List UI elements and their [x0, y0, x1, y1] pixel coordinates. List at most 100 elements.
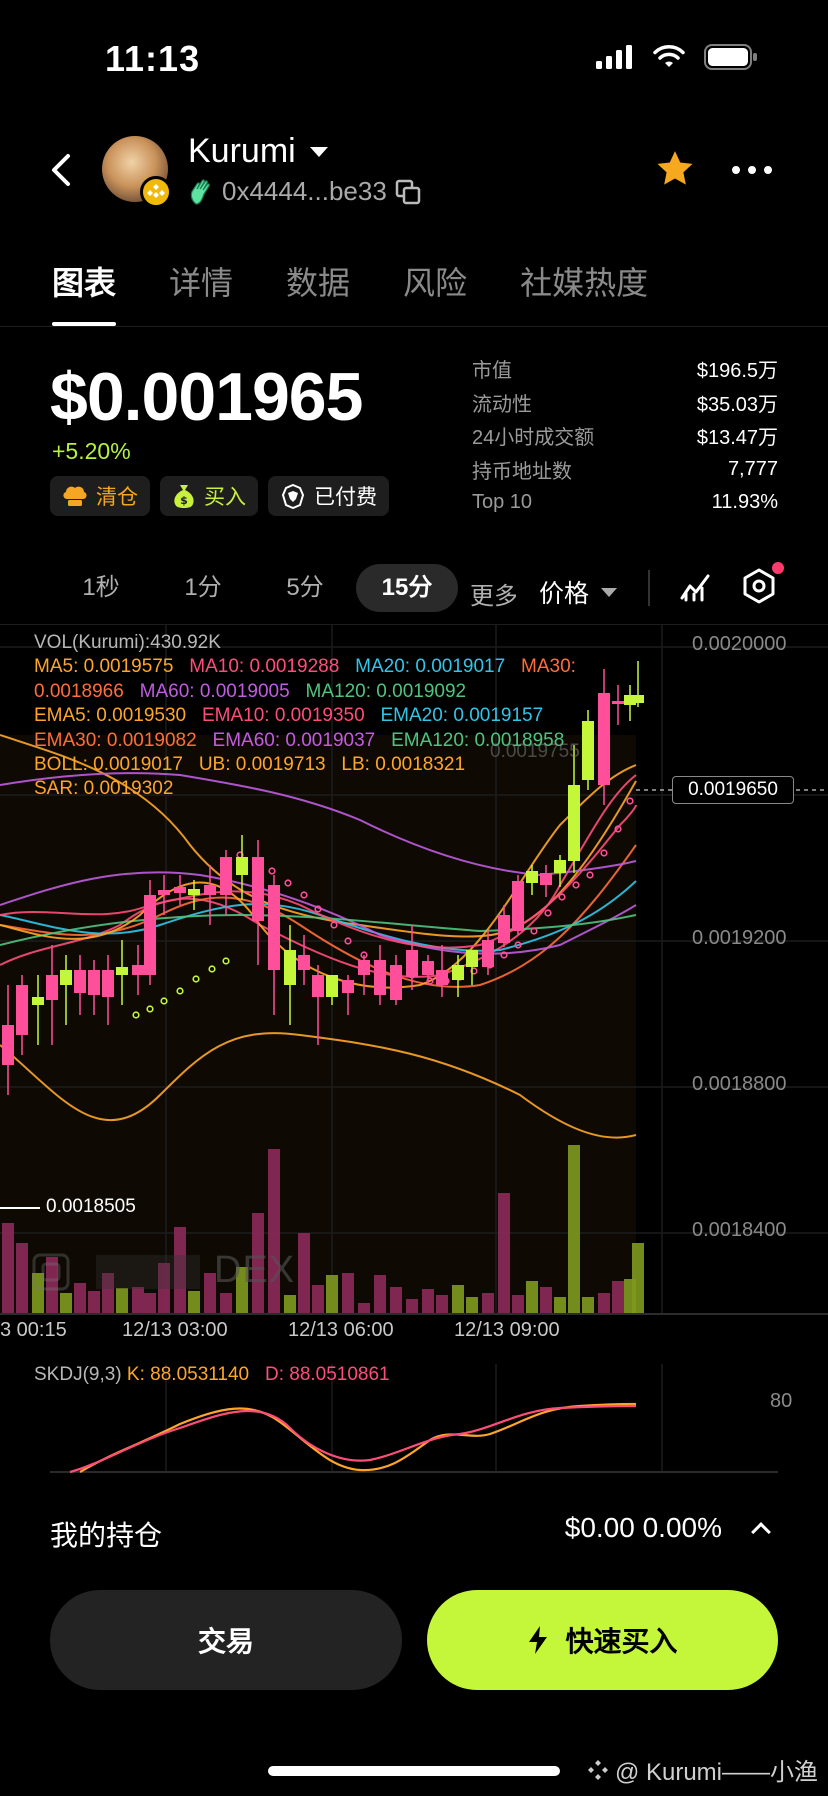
volume-bar — [284, 1295, 296, 1313]
volume-bar — [374, 1275, 386, 1313]
candle — [554, 860, 566, 873]
wifi-icon — [653, 45, 685, 67]
skdj-k-value: K: 88.0531140 — [126, 1364, 250, 1385]
buy-badge[interactable]: $ 买入 — [160, 476, 258, 516]
y-tick: 0.0018800 — [692, 1073, 787, 1095]
ema10-value: EMA10: 0.0019350 — [201, 705, 365, 727]
volume-bar — [582, 1297, 594, 1313]
candle — [158, 890, 170, 895]
tab-social[interactable]: 社媒热度 — [520, 258, 648, 304]
candle — [390, 965, 402, 1000]
candle — [144, 895, 156, 975]
tab-chart[interactable]: 图表 — [52, 258, 117, 326]
price-type-select[interactable]: 价格 — [539, 574, 618, 610]
candle — [582, 721, 594, 780]
volume-bar — [220, 1293, 232, 1313]
candle — [2, 1025, 14, 1065]
candle — [46, 975, 58, 1000]
ma20-value: MA20: 0.0019017 — [355, 656, 506, 678]
stats-panel: 市值 $196.5万 流动性 $35.03万 24小时成交额 $13.47万 持币地址… — [472, 352, 778, 520]
candle — [284, 950, 296, 985]
back-icon[interactable] — [48, 152, 76, 188]
candle — [220, 857, 232, 895]
volume-bar — [612, 1281, 624, 1313]
trade-button[interactable]: 交易 — [50, 1590, 402, 1690]
time-range-bar: 1秒 1分 5分 15分 — [50, 564, 458, 612]
candle — [268, 885, 280, 970]
volume-bar — [554, 1297, 566, 1313]
candle — [632, 695, 644, 703]
candle — [32, 997, 44, 1005]
ema20-value: EMA20: 0.0019157 — [380, 705, 544, 727]
star-icon[interactable] — [654, 148, 696, 190]
notification-dot — [772, 562, 784, 574]
y-tick: 0.0018400 — [692, 1219, 787, 1241]
candle — [358, 960, 370, 975]
badge-row: 清仓 $ 买入 已付费 — [50, 476, 389, 516]
holdings-toggle[interactable]: $0.00 0.00% — [564, 1512, 771, 1544]
skdj-panel: SKDJ(9,3) K: 88.0531140 D: 88.0510861 80 — [0, 1344, 828, 1474]
settings-icon[interactable] — [742, 568, 776, 604]
candle — [102, 970, 114, 997]
volume-bar — [132, 1287, 144, 1313]
caret-down-icon — [601, 587, 618, 597]
candle — [598, 693, 610, 785]
candle — [612, 701, 624, 704]
volume-bar — [598, 1293, 610, 1313]
range-1s[interactable]: 1秒 — [50, 564, 152, 612]
candle — [236, 857, 248, 875]
candle — [116, 967, 128, 975]
paid-label: 已付费 — [314, 486, 377, 509]
home-indicator — [268, 1766, 560, 1776]
volume-bar — [422, 1289, 434, 1313]
range-5m[interactable]: 5分 — [254, 564, 356, 612]
quick-buy-button[interactable]: 快速买入 — [427, 1590, 778, 1690]
candle — [60, 970, 72, 985]
stat-top10: Top 10 11.93% — [472, 491, 778, 514]
candle — [88, 970, 100, 995]
holdings-value: $0.00 0.00% — [564, 1512, 722, 1543]
tab-details[interactable]: 详情 — [169, 258, 233, 304]
clear-position-badge[interactable]: 清仓 — [50, 476, 150, 516]
tab-divider — [0, 326, 828, 327]
token-selector[interactable]: Kurumi — [188, 132, 328, 171]
stat-market-cap: 市值 $196.5万 — [472, 360, 778, 383]
volume-bar — [116, 1288, 128, 1313]
indicator-icon[interactable] — [680, 570, 712, 602]
watermark-text: @ Kurumi——小渔 — [614, 1759, 818, 1786]
lightning-icon — [529, 1626, 548, 1654]
buy-label: 买入 — [204, 486, 246, 509]
volume-bar — [312, 1285, 324, 1313]
candle — [540, 873, 552, 885]
trade-button-label: 交易 — [197, 1626, 254, 1657]
more-icon[interactable] — [732, 166, 772, 174]
range-1m[interactable]: 1分 — [152, 564, 254, 612]
paid-badge[interactable]: 已付费 — [268, 476, 389, 516]
range-15m[interactable]: 15分 — [356, 564, 458, 612]
svg-text:$: $ — [180, 494, 188, 507]
ma10-value: MA10: 0.0019288 — [189, 656, 340, 678]
candle — [512, 881, 524, 931]
token-address: 0x4444...be33 — [222, 176, 387, 206]
stat-holders: 持币地址数 7,777 — [472, 457, 778, 483]
candlestick-chart[interactable]: VOL(Kurumi):430.92K MA5: 0.0019575 MA10:… — [0, 624, 828, 1344]
candle — [174, 887, 186, 893]
tab-risk[interactable]: 风险 — [403, 258, 467, 304]
range-more[interactable]: 更多 — [470, 576, 516, 611]
candle — [466, 950, 478, 967]
ub-value: UB: 0.0019713 — [198, 754, 326, 776]
copy-icon[interactable] — [395, 179, 421, 205]
volume-bar — [16, 1243, 28, 1313]
ma60-value: MA60: 0.0019005 — [139, 680, 290, 702]
chevron-up-icon — [751, 1522, 771, 1542]
candle — [16, 985, 28, 1035]
ema5-value: EMA5: 0.0019530 — [34, 705, 187, 727]
author-watermark: @ Kurumi——小渔 — [587, 1752, 818, 1787]
tab-data[interactable]: 数据 — [286, 258, 350, 304]
volume-bar — [2, 1223, 14, 1313]
volume-bar — [88, 1291, 100, 1313]
candle — [298, 955, 310, 970]
ema60-value: EMA60: 0.0019037 — [212, 729, 376, 751]
volume-bar — [498, 1193, 510, 1313]
watermark-logo-icon — [587, 1759, 608, 1780]
